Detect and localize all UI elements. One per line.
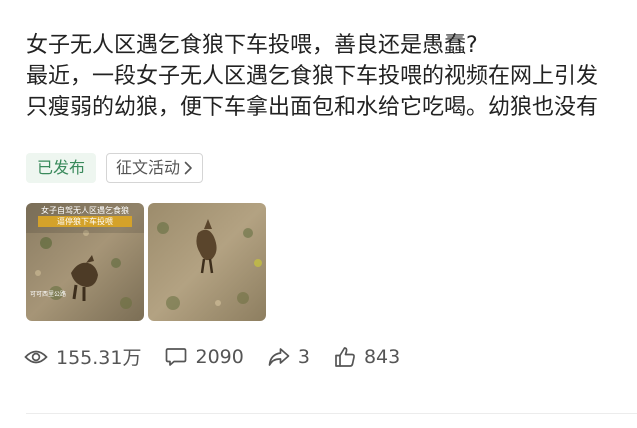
shares-stat[interactable]: 3 — [268, 346, 310, 368]
thumbnail-grid: 女子自驾无人区遇乞食狼 逼停狼下车投喂 可可西里公路 — [26, 203, 266, 321]
thumbnail-caption-highlight: 逼停狼下车投喂 — [38, 216, 132, 227]
likes-count: 843 — [363, 345, 401, 368]
chevron-right-icon — [184, 161, 193, 175]
essay-activity-tag[interactable]: 征文活动 — [106, 153, 204, 183]
shares-count: 3 — [297, 345, 310, 368]
thumbnail-caption-bottom: 可可西里公路 — [30, 291, 67, 298]
views-count: 155.31万 — [56, 347, 142, 369]
share-icon — [268, 347, 290, 367]
eye-icon — [24, 348, 48, 366]
post-text[interactable]: 女子无人区遇乞食狼下车投喂，善良还是愚蠢? 最近，一段女子无人区遇乞食狼下车投喂… — [26, 30, 637, 123]
thumbs-up-icon — [334, 346, 356, 368]
bottom-divider — [26, 413, 637, 414]
views-stat: 155.31万 — [24, 343, 141, 370]
engagement-stats: 155.31万 2090 3 843 — [24, 343, 424, 370]
essay-activity-label: 征文活动 — [116, 158, 181, 177]
comments-count: 2090 — [195, 345, 244, 368]
thumbnail-1[interactable]: 女子自驾无人区遇乞食狼 逼停狼下车投喂 可可西里公路 — [26, 203, 144, 321]
thumbnail-2[interactable] — [148, 203, 266, 321]
likes-stat[interactable]: 843 — [334, 346, 400, 368]
video-frame-wolf-image — [148, 203, 266, 321]
article-card: 女子无人区遇乞食狼下车投喂，善良还是愚蠢? 最近，一段女子无人区遇乞食狼下车投喂… — [0, 0, 637, 428]
tag-row: 已发布 征文活动 — [26, 153, 204, 183]
post-excerpt-line-2: 只瘦弱的幼狼，便下车拿出面包和水给它吃喝。幼狼也没有 — [26, 95, 599, 120]
post-excerpt-line-1: 最近，一段女子无人区遇乞食狼下车投喂的视频在网上引发 — [26, 64, 599, 89]
comments-stat[interactable]: 2090 — [165, 345, 244, 368]
comment-icon — [165, 347, 187, 367]
thumbnail-caption-top: 女子自驾无人区遇乞食狼 — [41, 206, 129, 215]
published-status-badge: 已发布 — [26, 153, 97, 183]
post-title[interactable]: 女子无人区遇乞食狼下车投喂，善良还是愚蠢? — [26, 30, 637, 61]
